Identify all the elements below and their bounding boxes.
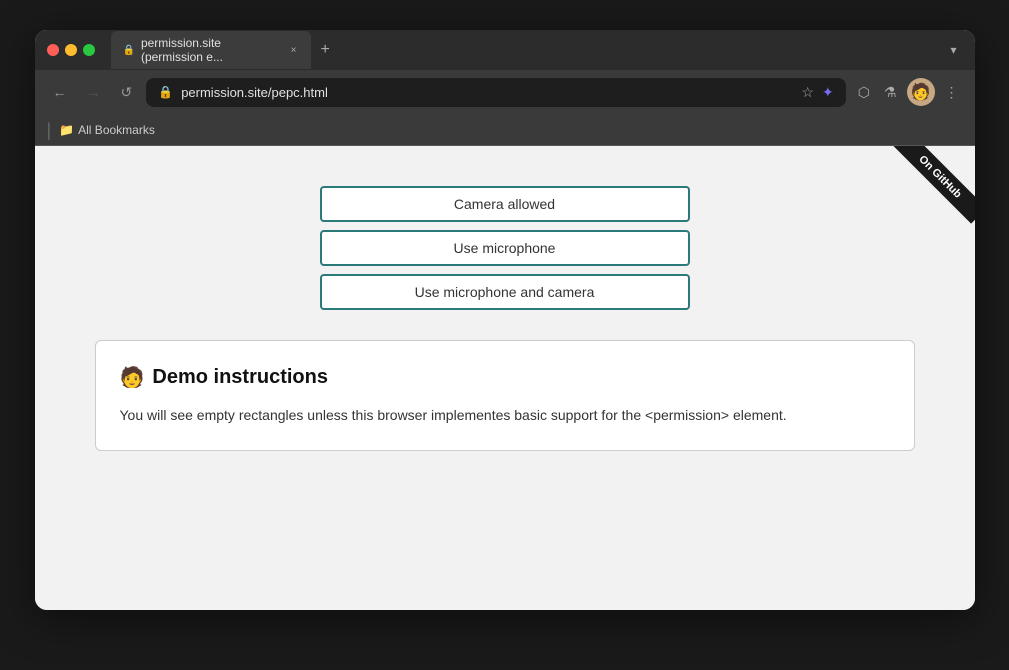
tab-close-button[interactable]: ×	[289, 45, 299, 56]
use-microphone-camera-button[interactable]: Use microphone and camera	[320, 274, 690, 310]
tab-site-icon: 🔒	[123, 45, 135, 56]
folder-icon: 📁	[59, 123, 74, 137]
demo-title: 🧑 Demo instructions	[120, 365, 890, 390]
close-button[interactable]	[47, 44, 59, 56]
reload-button[interactable]: ↺	[115, 80, 139, 105]
minimize-button[interactable]	[65, 44, 77, 56]
bookmarks-bar: | 📁 All Bookmarks	[35, 114, 975, 146]
toolbar: ← → ↺ 🔒 permission.site/pepc.html ☆ ✦ ⬡ …	[35, 70, 975, 114]
forward-button[interactable]: →	[81, 80, 107, 104]
browser-window: 🔒 permission.site (permission e... × + ▾…	[35, 30, 975, 610]
extension-icon[interactable]: ✦	[822, 84, 834, 101]
new-tab-button[interactable]: +	[317, 41, 334, 59]
profile-avatar[interactable]: 🧑	[907, 78, 935, 106]
demo-instructions-box: 🧑 Demo instructions You will see empty r…	[95, 340, 915, 451]
bookmarks-label: All Bookmarks	[78, 123, 155, 137]
page-content: On GitHub Camera allowed Use microphone …	[35, 146, 975, 610]
camera-allowed-button[interactable]: Camera allowed	[320, 186, 690, 222]
tab-bar: 🔒 permission.site (permission e... × +	[111, 31, 937, 69]
permission-buttons: Camera allowed Use microphone Use microp…	[55, 186, 955, 310]
maximize-button[interactable]	[83, 44, 95, 56]
bookmarks-divider: |	[47, 121, 52, 139]
use-microphone-button[interactable]: Use microphone	[320, 230, 690, 266]
bookmarks-folder[interactable]: 📁 All Bookmarks	[59, 123, 155, 137]
demo-icon: 🧑	[120, 365, 145, 390]
address-text: permission.site/pepc.html	[181, 85, 793, 100]
demo-description: You will see empty rectangles unless thi…	[120, 404, 890, 426]
menu-button[interactable]: ⋮	[941, 80, 963, 105]
demo-title-text: Demo instructions	[152, 366, 328, 389]
titlebar: 🔒 permission.site (permission e... × + ▾	[35, 30, 975, 70]
security-icon: 🔒	[158, 85, 173, 99]
back-button[interactable]: ←	[47, 80, 73, 104]
dropdown-button[interactable]: ▾	[944, 39, 962, 61]
traffic-lights	[47, 44, 95, 56]
address-bar[interactable]: 🔒 permission.site/pepc.html ☆ ✦	[146, 78, 845, 107]
labs-icon[interactable]: ⚗	[880, 80, 901, 105]
bookmark-star-icon[interactable]: ☆	[801, 84, 814, 101]
toolbar-icons: ⬡ ⚗ 🧑 ⋮	[854, 78, 963, 106]
tab-label: permission.site (permission e...	[141, 36, 283, 64]
extensions-button[interactable]: ⬡	[854, 80, 874, 105]
active-tab[interactable]: 🔒 permission.site (permission e... ×	[111, 31, 311, 69]
